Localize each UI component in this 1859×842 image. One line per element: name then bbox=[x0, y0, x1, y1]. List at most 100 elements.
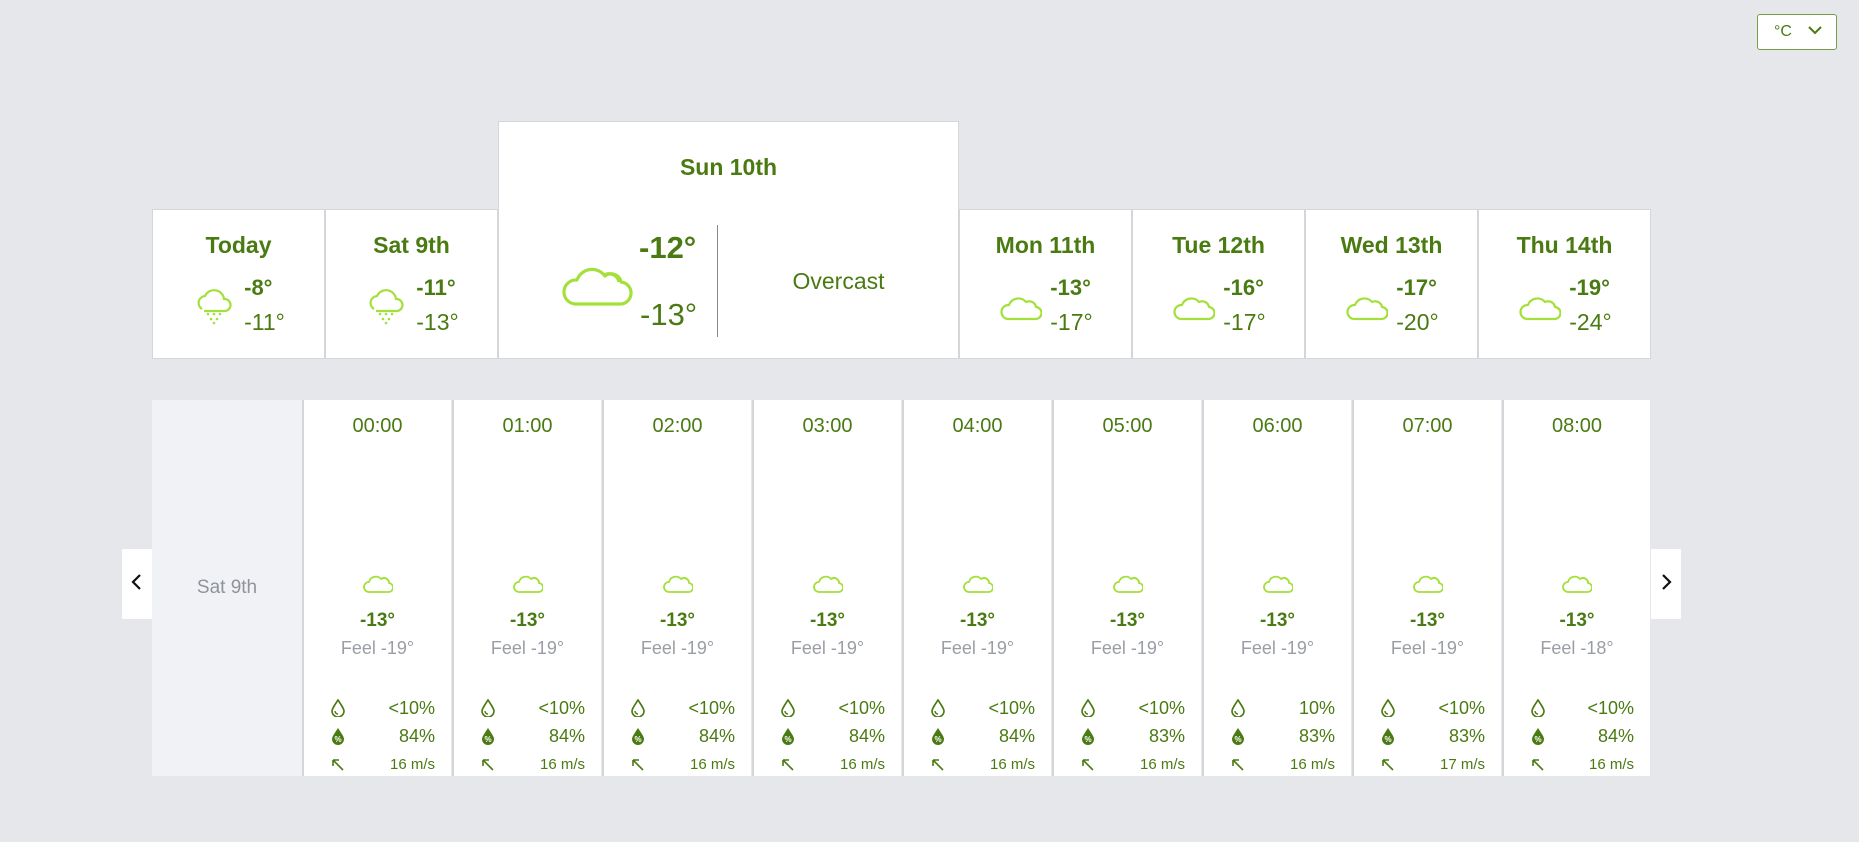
wind-value: 16 m/s bbox=[839, 755, 885, 773]
cloud-icon bbox=[1517, 283, 1562, 327]
wind-direction-icon bbox=[1530, 755, 1546, 773]
humidity-value: 84% bbox=[998, 725, 1035, 746]
humidity-value: 84% bbox=[848, 725, 885, 746]
precipitation-value: <10% bbox=[988, 697, 1035, 718]
humidity-icon: % bbox=[930, 727, 946, 745]
humidity-value: 83% bbox=[1448, 725, 1485, 746]
day-name: Mon 11th bbox=[995, 232, 1096, 258]
day-card-selected[interactable]: Sun 10th -12° -13° Overcast bbox=[498, 121, 959, 359]
hour-time: 06:00 bbox=[1252, 415, 1303, 437]
precipitation-value: <10% bbox=[538, 697, 585, 718]
hour-column: 01:00 -13° Feel -19° <10%% 84% 16 m/s bbox=[452, 400, 601, 776]
hour-time: 07:00 bbox=[1402, 415, 1453, 437]
hour-time: 04:00 bbox=[952, 415, 1003, 437]
precipitation-value: 10% bbox=[1298, 697, 1335, 718]
day-card-wed[interactable]: Wed 13th -17° -20° bbox=[1305, 209, 1478, 359]
day-high-temp: -13° bbox=[1050, 275, 1091, 300]
day-card-mon[interactable]: Mon 11th -13° -17° bbox=[959, 209, 1132, 359]
precipitation-icon bbox=[1080, 699, 1096, 717]
svg-text:%: % bbox=[1384, 735, 1391, 744]
hour-feel: Feel -19° bbox=[1090, 638, 1165, 658]
hour-column: 04:00 -13° Feel -19° <10%% 84% 16 m/s bbox=[902, 400, 1051, 776]
hour-temp: -13° bbox=[509, 610, 546, 631]
day-card-sat[interactable]: Sat 9th -11° -13° bbox=[325, 209, 498, 359]
humidity-icon: % bbox=[1230, 727, 1246, 745]
hour-column: 05:00 -13° Feel -19° <10%% 83% 16 m/s bbox=[1052, 400, 1201, 776]
day-high-temp: -16° bbox=[1223, 275, 1264, 300]
precipitation-icon bbox=[1530, 699, 1546, 717]
hour-feel: Feel -19° bbox=[490, 638, 565, 658]
hour-temp: -13° bbox=[1259, 610, 1296, 631]
cloud-icon bbox=[998, 283, 1043, 327]
hour-feel: Feel -19° bbox=[1390, 638, 1465, 658]
wind-value: 16 m/s bbox=[1139, 755, 1185, 773]
svg-text:%: % bbox=[934, 735, 941, 744]
svg-text:%: % bbox=[634, 735, 641, 744]
day-card-tue[interactable]: Tue 12th -16° -17° bbox=[1132, 209, 1305, 359]
hour-column: 02:00 -13° Feel -19° <10%% 84% 16 m/s bbox=[602, 400, 751, 776]
hour-temp: -13° bbox=[1559, 610, 1595, 631]
humidity-value: 84% bbox=[1597, 725, 1634, 746]
hour-temp: -13° bbox=[1409, 610, 1446, 631]
day-low-temp: -11° bbox=[244, 309, 285, 335]
selected-day-name: Sun 10th bbox=[679, 154, 778, 180]
hour-feel: Feel -19° bbox=[940, 638, 1015, 658]
hour-column: 07:00 -13° Feel -19° <10%% 83% 17 m/s bbox=[1352, 400, 1501, 776]
next-button[interactable] bbox=[1651, 549, 1681, 619]
precipitation-icon bbox=[930, 699, 946, 717]
wind-value: 16 m/s bbox=[1588, 755, 1634, 773]
humidity-icon: % bbox=[780, 727, 796, 745]
cloud-icon bbox=[1354, 572, 1501, 594]
day-card-thu[interactable]: Thu 14th -19° -24° bbox=[1478, 209, 1651, 359]
precipitation-value: <10% bbox=[1438, 697, 1485, 718]
hour-feel: Feel -19° bbox=[790, 638, 865, 658]
precipitation-value: <10% bbox=[1587, 697, 1634, 718]
precipitation-icon bbox=[1380, 699, 1396, 717]
hour-time: 01:00 bbox=[502, 415, 553, 437]
precipitation-value: <10% bbox=[388, 697, 435, 718]
humidity-value: 84% bbox=[548, 725, 585, 746]
humidity-icon: % bbox=[480, 727, 496, 745]
unit-select-value: °C bbox=[1774, 23, 1792, 40]
day-name: Sat 9th bbox=[373, 232, 450, 258]
precipitation-value: <10% bbox=[1138, 697, 1185, 718]
wind-direction-icon bbox=[1080, 755, 1096, 773]
wind-value: 17 m/s bbox=[1439, 755, 1485, 773]
day-card-today[interactable]: Today -8° -11° bbox=[152, 209, 325, 359]
chevron-right-icon bbox=[1659, 573, 1673, 596]
precipitation-icon bbox=[780, 699, 796, 717]
cloud-icon bbox=[454, 572, 601, 594]
day-high-temp: -19° bbox=[1569, 275, 1610, 300]
hour-temp: -13° bbox=[959, 610, 996, 631]
hour-feel: Feel -19° bbox=[640, 638, 715, 658]
svg-text:%: % bbox=[784, 735, 791, 744]
wind-direction-icon bbox=[480, 755, 496, 773]
precipitation-value: <10% bbox=[838, 697, 885, 718]
cloud-icon bbox=[904, 572, 1051, 594]
chevron-down-icon bbox=[1806, 21, 1824, 44]
day-name: Wed 13th bbox=[1340, 232, 1443, 258]
humidity-icon: % bbox=[330, 727, 346, 745]
hour-feel: Feel -18° bbox=[1540, 638, 1614, 658]
svg-text:%: % bbox=[1534, 735, 1541, 744]
divider bbox=[717, 225, 718, 337]
wind-value: 16 m/s bbox=[389, 755, 435, 773]
wind-value: 16 m/s bbox=[1289, 755, 1335, 773]
cloud-icon bbox=[1344, 283, 1389, 327]
cloud-icon bbox=[1504, 572, 1650, 594]
cloud-icon bbox=[604, 572, 751, 594]
hour-temp: -13° bbox=[1109, 610, 1146, 631]
svg-text:%: % bbox=[484, 735, 491, 744]
cloud-icon bbox=[754, 572, 901, 594]
day-low-temp: -17° bbox=[1223, 309, 1266, 335]
unit-select[interactable]: °C bbox=[1757, 14, 1837, 50]
hour-time: 03:00 bbox=[802, 415, 853, 437]
cloud-icon bbox=[1171, 283, 1216, 327]
day-low-temp: -13° bbox=[416, 309, 459, 335]
hour-time: 05:00 bbox=[1102, 415, 1153, 437]
prev-button[interactable] bbox=[122, 549, 152, 619]
humidity-value: 84% bbox=[398, 725, 435, 746]
hour-column: 03:00 -13° Feel -19° <10%% 84% 16 m/s bbox=[752, 400, 901, 776]
day-high-temp: -17° bbox=[1396, 275, 1437, 300]
wind-direction-icon bbox=[330, 755, 346, 773]
